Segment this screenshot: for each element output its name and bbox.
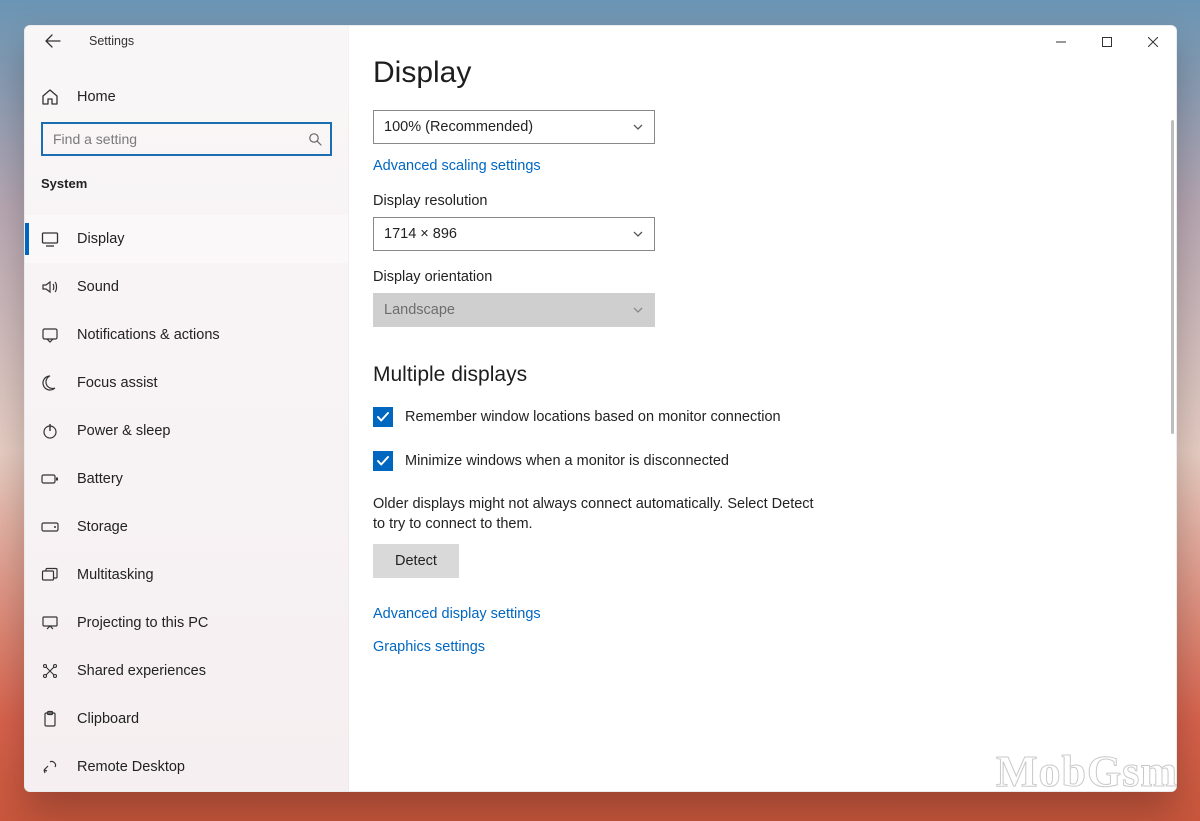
focus-assist-icon <box>41 374 59 392</box>
nav-label: Sound <box>77 279 119 295</box>
home-label: Home <box>77 89 116 105</box>
nav-item-sound[interactable]: Sound <box>25 263 348 311</box>
sidebar: Settings Home System Display <box>25 26 349 791</box>
detect-button[interactable]: Detect <box>373 544 459 578</box>
nav-label: Projecting to this PC <box>77 615 208 631</box>
nav-label: Display <box>77 231 125 247</box>
close-button[interactable] <box>1130 26 1176 58</box>
resolution-select[interactable]: 1714 × 896 <box>373 217 655 251</box>
page-title: Display <box>373 56 1122 90</box>
nav-list: Display Sound Notifications & actions Fo… <box>25 215 348 791</box>
settings-window: Settings Home System Display <box>24 25 1177 792</box>
sidebar-group-label: System <box>25 160 348 199</box>
search-icon <box>308 132 322 146</box>
nav-item-power-sleep[interactable]: Power & sleep <box>25 407 348 455</box>
search-input[interactable] <box>53 131 308 147</box>
projecting-icon <box>41 614 59 632</box>
nav-item-focus-assist[interactable]: Focus assist <box>25 359 348 407</box>
detect-helper-text: Older displays might not always connect … <box>373 495 823 534</box>
nav-item-shared-experiences[interactable]: Shared experiences <box>25 647 348 695</box>
chevron-down-icon <box>632 228 644 240</box>
scrollbar[interactable] <box>1171 120 1174 434</box>
window-title: Settings <box>89 34 134 48</box>
battery-icon <box>41 470 59 488</box>
power-icon <box>41 422 59 440</box>
checkbox-checked-icon[interactable] <box>373 451 393 471</box>
checkbox-checked-icon[interactable] <box>373 407 393 427</box>
nav-label: Remote Desktop <box>77 759 185 775</box>
minimize-windows-row[interactable]: Minimize windows when a monitor is disco… <box>373 451 1122 471</box>
scale-select[interactable]: 100% (Recommended) <box>373 110 655 144</box>
nav-item-display[interactable]: Display <box>25 215 348 263</box>
nav-item-battery[interactable]: Battery <box>25 455 348 503</box>
nav-item-remote-desktop[interactable]: Remote Desktop <box>25 743 348 791</box>
graphics-settings-link[interactable]: Graphics settings <box>373 639 485 655</box>
multiple-displays-heading: Multiple displays <box>373 363 1122 387</box>
nav-item-storage[interactable]: Storage <box>25 503 348 551</box>
shared-experiences-icon <box>41 662 59 680</box>
maximize-button[interactable] <box>1084 26 1130 58</box>
checkbox-label: Minimize windows when a monitor is disco… <box>405 453 729 469</box>
orientation-select: Landscape <box>373 293 655 327</box>
sidebar-home[interactable]: Home <box>25 78 348 114</box>
remote-desktop-icon <box>41 758 59 776</box>
orientation-value: Landscape <box>384 302 455 318</box>
nav-label: Storage <box>77 519 128 535</box>
notifications-icon <box>41 326 59 344</box>
nav-item-clipboard[interactable]: Clipboard <box>25 695 348 743</box>
window-controls <box>1038 26 1176 58</box>
resolution-label: Display resolution <box>373 193 1122 209</box>
storage-icon <box>41 518 59 536</box>
sound-icon <box>41 278 59 296</box>
nav-label: Clipboard <box>77 711 139 727</box>
nav-label: Shared experiences <box>77 663 206 679</box>
nav-label: Multitasking <box>77 567 154 583</box>
nav-item-projecting[interactable]: Projecting to this PC <box>25 599 348 647</box>
nav-label: Notifications & actions <box>77 327 220 343</box>
arrow-left-icon <box>45 33 61 49</box>
checkbox-label: Remember window locations based on monit… <box>405 409 781 425</box>
chevron-down-icon <box>632 121 644 133</box>
search-box[interactable] <box>41 122 332 156</box>
nav-item-multitasking[interactable]: Multitasking <box>25 551 348 599</box>
remember-window-locations-row[interactable]: Remember window locations based on monit… <box>373 407 1122 427</box>
nav-label: Power & sleep <box>77 423 171 439</box>
content-pane: Display 100% (Recommended) Advanced scal… <box>349 26 1176 791</box>
advanced-scaling-link[interactable]: Advanced scaling settings <box>373 158 541 174</box>
nav-item-notifications[interactable]: Notifications & actions <box>25 311 348 359</box>
clipboard-icon <box>41 710 59 728</box>
orientation-label: Display orientation <box>373 269 1122 285</box>
home-icon <box>41 88 59 106</box>
back-button[interactable] <box>39 27 67 55</box>
scale-value: 100% (Recommended) <box>384 119 533 135</box>
chevron-down-icon <box>632 304 644 316</box>
display-icon <box>41 230 59 248</box>
nav-label: Focus assist <box>77 375 158 391</box>
resolution-value: 1714 × 896 <box>384 226 457 242</box>
minimize-button[interactable] <box>1038 26 1084 58</box>
multitasking-icon <box>41 566 59 584</box>
titlebar: Settings <box>25 26 348 56</box>
nav-label: Battery <box>77 471 123 487</box>
advanced-display-settings-link[interactable]: Advanced display settings <box>373 606 541 622</box>
